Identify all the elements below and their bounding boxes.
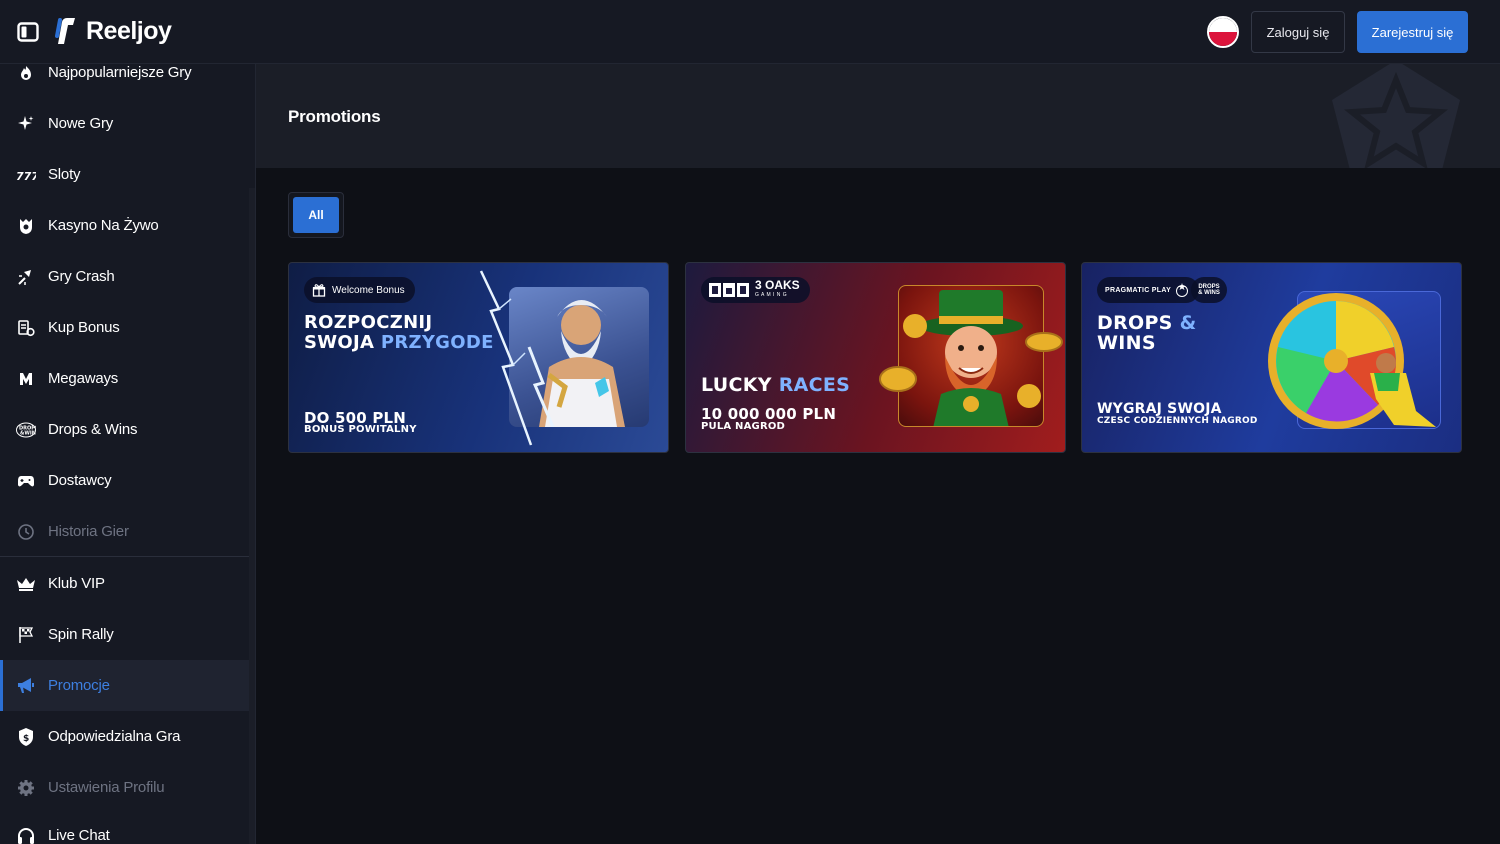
live-casino-icon [16, 216, 36, 236]
sidebar-item-label: Kasyno Na Żywo [48, 217, 159, 234]
sidebar-item-label: Sloty [48, 166, 81, 183]
sidebar-item-label: Promocje [48, 677, 110, 694]
register-button[interactable]: Zarejestruj się [1357, 11, 1468, 53]
sidebar-item-label: Nowe Gry [48, 115, 114, 132]
promo-card-drops-wins[interactable]: PRAGMATIC PLAY DROPS & WINS DROPS & WINS… [1081, 262, 1462, 453]
promo-headline: ROZPOCZNIJ SWOJA PRZYGODE [304, 312, 494, 353]
provider-sub: G A M I N G [755, 292, 788, 298]
promo-card-lucky-races[interactable]: 3 OAKS G A M I N G LUCKY RACES 10 000 00… [685, 262, 1066, 453]
sidebar-item-live-casino[interactable]: Kasyno Na Żywo [0, 200, 249, 251]
sidebar-item-vip[interactable]: Klub VIP [0, 558, 249, 609]
filter-all-button[interactable]: All [293, 197, 339, 233]
sidebar-item-label: Megaways [48, 370, 119, 387]
star-badge-icon [1332, 64, 1460, 168]
prize-wheel-artwork [1268, 293, 1436, 429]
fire-icon [16, 64, 36, 83]
sidebar-item-profile-settings[interactable]: Ustawienia Profilu [0, 762, 249, 813]
sidebar-item-label: Live Chat [48, 827, 110, 844]
promo-filter-group: All [288, 192, 344, 238]
sidebar-item-label: Historia Gier [48, 523, 129, 540]
gamepad-icon [16, 471, 36, 491]
sparkle-icon [16, 114, 36, 134]
svg-text:&WINS: &WINS [20, 430, 36, 436]
promo-card-welcome-bonus[interactable]: Welcome Bonus ROZPOCZNIJ SWOJA PRZYGODE … [288, 262, 669, 453]
gear-icon [16, 778, 36, 798]
slots-777-icon: 777 [16, 165, 36, 185]
sidebar-item-label: Odpowiedzialna Gra [48, 728, 181, 745]
sidebar-item-promotions[interactable]: Promocje [0, 660, 249, 711]
flag-icon [16, 625, 36, 645]
lightning-icon [479, 270, 533, 446]
provider-name: 3 OAKS [755, 278, 800, 292]
top-bar: Reeljoy Zaloguj się Zarejestruj się [0, 0, 1500, 64]
megaways-icon [16, 369, 36, 389]
sidebar-item-popular[interactable]: Najpopularniejsze Gry [0, 64, 249, 98]
promo-badge: Welcome Bonus [304, 277, 415, 303]
crown-icon [16, 574, 36, 594]
sidebar-item-drops-wins[interactable]: DROPS&WINS Drops & Wins [0, 404, 249, 455]
leprechaun-artwork [898, 285, 1044, 427]
gold-coin-icon [879, 366, 917, 392]
sidebar: Najpopularniejsze Gry Nowe Gry 777 Sloty… [0, 64, 256, 844]
drops-wins-icon: DROPS&WINS [16, 420, 36, 440]
sidebar-item-providers[interactable]: Dostawcy [0, 455, 249, 506]
reeljoy-logo-icon [55, 18, 75, 44]
sidebar-scrollbar[interactable] [249, 188, 255, 844]
drops-wins-badge-icon: DROPS & WINS [1191, 277, 1227, 303]
sidebar-item-responsible-gaming[interactable]: $ Odpowiedzialna Gra [0, 711, 249, 762]
megaphone-icon [16, 676, 36, 696]
sidebar-item-buy-bonus[interactable]: Kup Bonus [0, 302, 249, 353]
sidebar-item-label: Drops & Wins [48, 421, 138, 438]
sidebar-item-label: Spin Rally [48, 626, 114, 643]
brand-name: Reeljoy [86, 16, 172, 45]
svg-text:$: $ [23, 734, 29, 744]
history-icon [16, 522, 36, 542]
promo-subtitle: BONUS POWITALNY [304, 424, 417, 435]
promo-headline: DROPS & WINS [1097, 312, 1197, 354]
sidebar-item-live-chat[interactable]: Live Chat [0, 810, 249, 844]
language-flag-icon[interactable] [1207, 16, 1239, 48]
buy-bonus-icon [16, 318, 36, 338]
provider-badge-pragmatic: PRAGMATIC PLAY [1097, 277, 1200, 303]
promo-headline: LUCKY RACES [701, 374, 851, 396]
sidebar-item-label: Klub VIP [48, 575, 105, 592]
login-button[interactable]: Zaloguj się [1251, 11, 1345, 53]
sidebar-item-crash[interactable]: Gry Crash [0, 251, 249, 302]
headset-icon [16, 826, 36, 844]
promo-subtitle: PULA NAGROD [701, 421, 786, 432]
page-title: Promotions [288, 107, 381, 126]
sidebar-item-spin-rally[interactable]: Spin Rally [0, 609, 249, 660]
sidebar-item-label: Dostawcy [48, 472, 112, 489]
brand-logo[interactable]: Reeljoy [54, 16, 172, 46]
promo-amount: WYGRAJ SWOJA [1097, 401, 1222, 417]
sidebar-item-label: Gry Crash [48, 268, 115, 285]
sidebar-toggle-icon[interactable] [16, 20, 40, 44]
sidebar-item-label: Najpopularniejsze Gry [48, 64, 192, 81]
3oaks-logo-icon [709, 283, 749, 297]
sidebar-item-new-games[interactable]: Nowe Gry [0, 98, 249, 149]
gold-coin-icon [1025, 332, 1063, 352]
sidebar-item-history[interactable]: Historia Gier [0, 506, 249, 557]
pragmatic-logo-icon [1176, 283, 1189, 297]
sidebar-item-megaways[interactable]: Megaways [0, 353, 249, 404]
svg-text:777: 777 [16, 170, 36, 182]
crash-icon [16, 267, 36, 287]
provider-name: PRAGMATIC PLAY [1105, 286, 1172, 294]
shield-dollar-icon: $ [16, 727, 36, 747]
provider-badge-3oaks: 3 OAKS G A M I N G [701, 277, 810, 303]
sidebar-item-label: Ustawienia Profilu [48, 779, 165, 796]
promo-subtitle: CZESC CODZIENNYCH NAGROD [1097, 416, 1258, 426]
sidebar-item-slots[interactable]: 777 Sloty [0, 149, 249, 200]
gift-icon [312, 284, 326, 297]
page-header: Promotions [256, 64, 1500, 168]
sidebar-divider [0, 556, 249, 557]
sidebar-item-label: Kup Bonus [48, 319, 120, 336]
promo-badge-label: Welcome Bonus [332, 284, 405, 296]
